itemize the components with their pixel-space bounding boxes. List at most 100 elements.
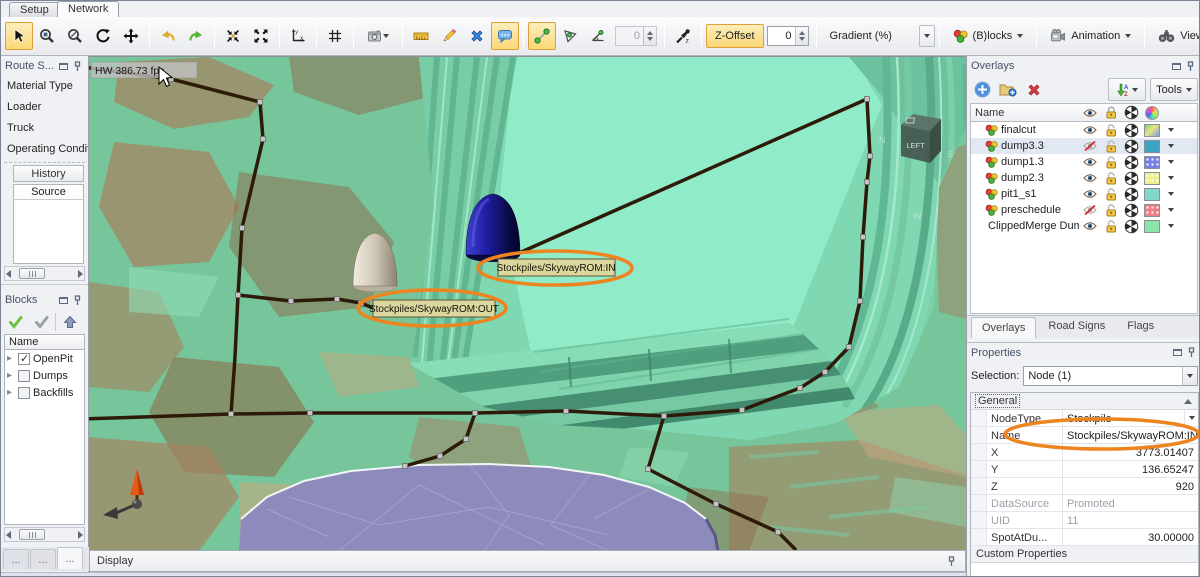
angle-tool-button[interactable]: z [584, 22, 612, 50]
color-swatch[interactable] [1144, 220, 1160, 233]
visibility-column-icon[interactable] [1079, 108, 1100, 118]
lock-icon[interactable] [1100, 220, 1121, 233]
select-tool-button[interactable] [5, 22, 33, 50]
overlay-row[interactable]: dump3.3 [971, 138, 1197, 154]
property-value[interactable]: Stockpile [1063, 410, 1184, 426]
property-row-nodetype[interactable]: NodeTypeStockpile [971, 410, 1198, 427]
pinwheel-icon[interactable] [1121, 139, 1142, 154]
swatch-dropdown[interactable] [1162, 224, 1179, 228]
property-row-spotatdump[interactable]: SpotAtDu...30.00000 [971, 529, 1198, 546]
blocks-menu-button[interactable]: (B)locks [944, 24, 1033, 48]
swatch-dropdown[interactable] [1162, 128, 1179, 132]
color-column-icon[interactable] [1142, 106, 1162, 120]
history-scrollbar[interactable] [4, 266, 85, 281]
overlay-row[interactable]: dump1.3 [971, 154, 1197, 170]
overlay-row[interactable]: preschedule [971, 202, 1197, 218]
scrollbar-thumb[interactable] [19, 268, 45, 279]
blocks-scrollbar[interactable] [4, 527, 85, 542]
add-folder-button[interactable] [996, 78, 1020, 101]
maximize-icon[interactable] [1170, 346, 1184, 360]
display-bar[interactable]: Display [89, 550, 966, 572]
collapse-icon[interactable] [1184, 399, 1192, 404]
pinwheel-icon[interactable] [1121, 187, 1142, 202]
lock-icon[interactable] [1100, 172, 1121, 185]
visibility-toggle-icon[interactable] [1079, 205, 1100, 215]
tab-flags[interactable]: Flags [1117, 316, 1164, 338]
lasso-select-button[interactable] [556, 22, 584, 50]
checkbox[interactable] [18, 387, 30, 399]
measure-button[interactable] [407, 22, 435, 50]
color-swatch[interactable] [1144, 172, 1160, 185]
checkbox[interactable] [18, 370, 30, 382]
overlays-name-header[interactable]: Name [971, 107, 1079, 119]
property-row-uid[interactable]: UID11 [971, 512, 1198, 529]
stockpile-out-label[interactable]: Stockpiles/SkywayROM:OUT [369, 300, 499, 317]
pinwheel-column-icon[interactable] [1121, 105, 1142, 120]
route-item-loader[interactable]: Loader [1, 97, 88, 118]
swatch-dropdown[interactable] [1162, 192, 1179, 196]
grid-button[interactable] [321, 22, 349, 50]
tree-item-dumps[interactable]: ▸Dumps [5, 367, 84, 384]
pinwheel-icon[interactable] [1121, 203, 1142, 218]
pin-icon[interactable] [1183, 59, 1197, 73]
axes-button[interactable]: yx [284, 22, 312, 50]
scroll-left-icon[interactable] [6, 531, 11, 539]
z-offset-button[interactable]: Z-Offset [706, 24, 764, 48]
lock-icon[interactable] [1100, 140, 1121, 153]
viewport-3d[interactable]: N S W LEFT [89, 56, 966, 550]
pinwheel-icon[interactable] [1121, 171, 1142, 186]
visibility-toggle-icon[interactable] [1079, 125, 1100, 135]
overlay-row[interactable]: finalcut [971, 122, 1197, 138]
visibility-toggle-icon[interactable] [1079, 189, 1100, 199]
swatch-dropdown[interactable] [1162, 160, 1179, 164]
color-swatch[interactable] [1144, 204, 1160, 217]
edit-button[interactable] [435, 22, 463, 50]
property-value[interactable]: 30.00000 [1063, 529, 1198, 545]
lock-icon[interactable] [1100, 188, 1121, 201]
pinwheel-icon[interactable] [1121, 219, 1142, 234]
pin-icon[interactable] [944, 554, 958, 568]
visibility-toggle-icon[interactable] [1079, 141, 1100, 151]
color-swatch[interactable] [1144, 140, 1160, 153]
rotate-view-button[interactable] [89, 22, 117, 50]
undo-button[interactable] [154, 22, 182, 50]
overlay-row[interactable]: dump2.3 [971, 170, 1197, 186]
tab-road-signs[interactable]: Road Signs [1038, 316, 1115, 338]
chevron-down-icon[interactable] [1184, 410, 1198, 426]
remove-overlay-button[interactable] [1022, 78, 1046, 101]
tab-network[interactable]: Network [57, 1, 119, 17]
tree-item-openpit[interactable]: ▸OpenPit [5, 350, 84, 367]
scrollbar-thumb[interactable] [19, 529, 45, 540]
route-item-material-type[interactable]: Material Type [1, 76, 88, 97]
lock-column-icon[interactable] [1100, 106, 1121, 119]
chevron-down-icon[interactable] [1182, 367, 1197, 385]
property-row-datasource[interactable]: DataSourcePromoted [971, 495, 1198, 512]
lock-icon[interactable] [1100, 124, 1121, 137]
maximize-icon[interactable] [56, 59, 70, 73]
group-general[interactable]: General [971, 393, 1198, 410]
source-column-header[interactable]: Source [13, 184, 84, 200]
promote-button[interactable] [58, 311, 82, 333]
scroll-right-icon[interactable] [78, 531, 83, 539]
zoom-extents-button[interactable] [219, 22, 247, 50]
overlay-row[interactable]: pit1_s1 [971, 186, 1197, 202]
mini-tab-2[interactable]: ... [30, 549, 56, 569]
labels-toggle-button[interactable] [491, 22, 519, 50]
animation-menu-button[interactable]: Animation [1041, 24, 1140, 48]
spinner-arrows-icon[interactable] [795, 27, 808, 45]
expand-view-button[interactable] [247, 22, 275, 50]
views-menu-button[interactable]: Views [1149, 24, 1200, 48]
spinner-arrows-icon[interactable] [643, 27, 656, 45]
tab-overlays[interactable]: Overlays [971, 317, 1036, 338]
mini-tab-1[interactable]: ... [3, 549, 29, 569]
property-row-y[interactable]: Y136.65247 [971, 461, 1198, 478]
visibility-toggle-icon[interactable] [1079, 157, 1100, 167]
pick-z-button[interactable]: z [669, 22, 697, 50]
redo-button[interactable] [182, 22, 210, 50]
pinwheel-icon[interactable] [1121, 123, 1142, 138]
stockpile-in-label[interactable]: Stockpiles/SkywayROM:IN [497, 259, 616, 276]
property-row-z[interactable]: Z920 [971, 478, 1198, 495]
swatch-dropdown[interactable] [1162, 144, 1179, 148]
mini-tab-3[interactable]: ... [57, 547, 83, 569]
z-offset-spinner[interactable]: 0 [767, 26, 809, 46]
